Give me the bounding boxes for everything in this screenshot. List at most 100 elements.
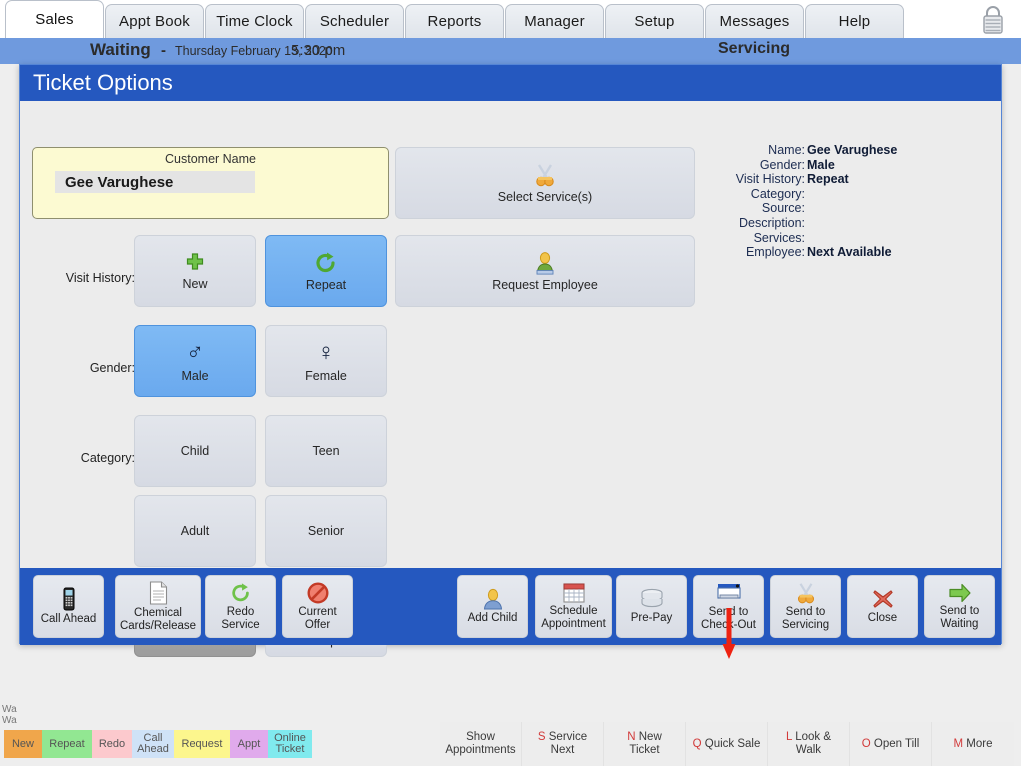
select-services-button[interactable]: Select Service(s) (395, 147, 695, 219)
legend-chip-appt[interactable]: Appt (230, 730, 268, 758)
background-corner-line1: Wa (2, 704, 17, 715)
category-adult-button[interactable]: Adult (134, 495, 256, 567)
female-symbol-icon: ♀ (317, 338, 335, 366)
schedule-appointment-line2: Appointment (541, 618, 606, 630)
gender-female-button[interactable]: ♀ Female (265, 325, 387, 397)
bg-button-hotkey: L (786, 731, 792, 743)
request-employee-button[interactable]: Request Employee (395, 235, 695, 307)
tab-manager[interactable]: Manager (505, 4, 604, 38)
send-to-servicing-button[interactable]: Send to Servicing (770, 575, 841, 638)
info-row: Services: (697, 231, 987, 246)
chemical-cards-line1: Chemical (134, 606, 182, 619)
legend-chip-call-ahead[interactable]: Call Ahead (132, 730, 174, 758)
background-bottom-toolbar: Show Appointments S Service Next N New T… (440, 722, 1015, 766)
status-bar: Waiting - Thursday February 13, 2020 5:3… (0, 38, 1021, 64)
visit-history-new-button[interactable]: New (134, 235, 256, 307)
bg-button-new-ticket[interactable]: N New Ticket (604, 722, 686, 766)
tab-reports[interactable]: Reports (405, 4, 504, 38)
info-row: Employee: Next Available (697, 245, 987, 260)
bg-button-look-walk[interactable]: L Look & Walk (768, 722, 850, 766)
tab-help[interactable]: Help (805, 4, 904, 38)
red-x-icon (871, 588, 895, 610)
tab-label: Appt Book (118, 13, 190, 30)
chemical-cards-line2: Cards/Release (119, 619, 197, 632)
legend-chip-request[interactable]: Request (174, 730, 230, 758)
bg-button-line2: Appointments (445, 744, 516, 756)
tab-appt-book[interactable]: Appt Book (105, 4, 204, 38)
bg-button-hotkey: M (953, 737, 964, 750)
add-child-button[interactable]: Add Child (457, 575, 528, 638)
bg-button-show-appointments[interactable]: Show Appointments (440, 722, 522, 766)
legend-chip-repeat[interactable]: Repeat (42, 730, 92, 758)
bg-button-hotkey: S (537, 731, 546, 743)
mobile-phone-icon (62, 587, 76, 611)
main-tabbar: Sales Appt Book Time Clock Scheduler Rep… (0, 0, 1021, 38)
visit-history-new-label: New (182, 276, 208, 291)
bg-button-line1: Look & (795, 731, 831, 743)
close-label: Close (867, 612, 898, 624)
bg-button-more[interactable]: M More (932, 722, 1014, 766)
legend-chip-online-ticket[interactable]: Online Ticket (268, 730, 312, 758)
legend-chip-new[interactable]: New (4, 730, 42, 758)
legend-label: Appt (237, 737, 261, 750)
calendar-icon (562, 582, 585, 603)
send-to-waiting-button[interactable]: Send to Waiting (924, 575, 995, 638)
info-row: Gender: Male (697, 158, 987, 173)
gender-male-button[interactable]: ♂ Male (134, 325, 256, 397)
category-child-button[interactable]: Child (134, 415, 256, 487)
info-key: Description: (739, 215, 805, 230)
info-key: Source: (761, 201, 805, 216)
bg-button-service-next[interactable]: S Service Next (522, 722, 604, 766)
dialog-body: Customer Name Gee Varughese Select Servi… (20, 101, 1001, 657)
legend-label: Redo (98, 737, 126, 750)
category-label: Category: (80, 451, 135, 465)
gender-male-label: Male (181, 368, 209, 383)
close-button[interactable]: Close (847, 575, 918, 638)
customer-name-input[interactable]: Gee Varughese (55, 171, 255, 193)
ticket-info-panel: Name: Gee Varughese Gender: Male Visit His… (697, 143, 987, 260)
tab-label: Time Clock (216, 13, 293, 30)
pre-pay-label: Pre-Pay (630, 612, 673, 624)
status-waiting-label: Waiting (90, 40, 151, 59)
pre-pay-button[interactable]: Pre-Pay (616, 575, 687, 638)
bg-button-line1: New (638, 731, 662, 743)
category-teen-button[interactable]: Teen (265, 415, 387, 487)
bg-button-open-till[interactable]: O Open Till (850, 722, 932, 766)
status-time: 5:30 pm (291, 42, 346, 59)
tab-setup[interactable]: Setup (605, 4, 704, 38)
redo-service-line1: Redo (226, 605, 255, 618)
lock-icon[interactable] (975, 1, 1011, 37)
tab-scheduler[interactable]: Scheduler (305, 4, 404, 38)
info-row: Description: (697, 216, 987, 231)
visit-history-repeat-button[interactable]: Repeat (265, 235, 387, 307)
tab-messages[interactable]: Messages (705, 4, 804, 38)
info-value: Next Available (807, 245, 892, 260)
category-child-label: Child (180, 444, 210, 458)
call-ahead-button[interactable]: Call Ahead (33, 575, 104, 638)
bg-button-line1: Quick Sale (704, 737, 761, 750)
app-window: Sales Appt Book Time Clock Scheduler Rep… (0, 0, 1021, 766)
redo-service-button[interactable]: Redo Service (205, 575, 276, 638)
schedule-appointment-button[interactable]: Schedule Appointment (535, 575, 612, 638)
chemical-cards-release-button[interactable]: Chemical Cards/Release (115, 575, 201, 638)
category-teen-label: Teen (312, 444, 340, 458)
dialog-action-bar: Call Ahead Chemical Cards/Release Redo S… (20, 568, 1001, 645)
child-person-icon (482, 588, 504, 610)
tab-sales[interactable]: Sales (5, 0, 104, 38)
send-to-servicing-line2: Servicing (781, 618, 830, 631)
legend-label: Request (181, 737, 223, 750)
bg-button-quick-sale[interactable]: Q Quick Sale (686, 722, 768, 766)
tab-time-clock[interactable]: Time Clock (205, 4, 304, 38)
tab-label: Scheduler (319, 13, 390, 30)
select-services-label: Select Service(s) (497, 189, 593, 204)
info-value: Repeat (807, 172, 849, 187)
bg-button-hotkey: O (861, 737, 871, 750)
legend-chip-redo[interactable]: Redo (92, 730, 132, 758)
bg-button-line1: Service (548, 731, 588, 743)
category-senior-button[interactable]: Senior (265, 495, 387, 567)
info-key: Employee: (745, 245, 805, 260)
annotation-arrow-icon (722, 608, 736, 660)
status-dash: - (161, 42, 166, 59)
current-offer-button[interactable]: Current Offer (282, 575, 353, 638)
info-key: Visit History: (735, 172, 805, 187)
